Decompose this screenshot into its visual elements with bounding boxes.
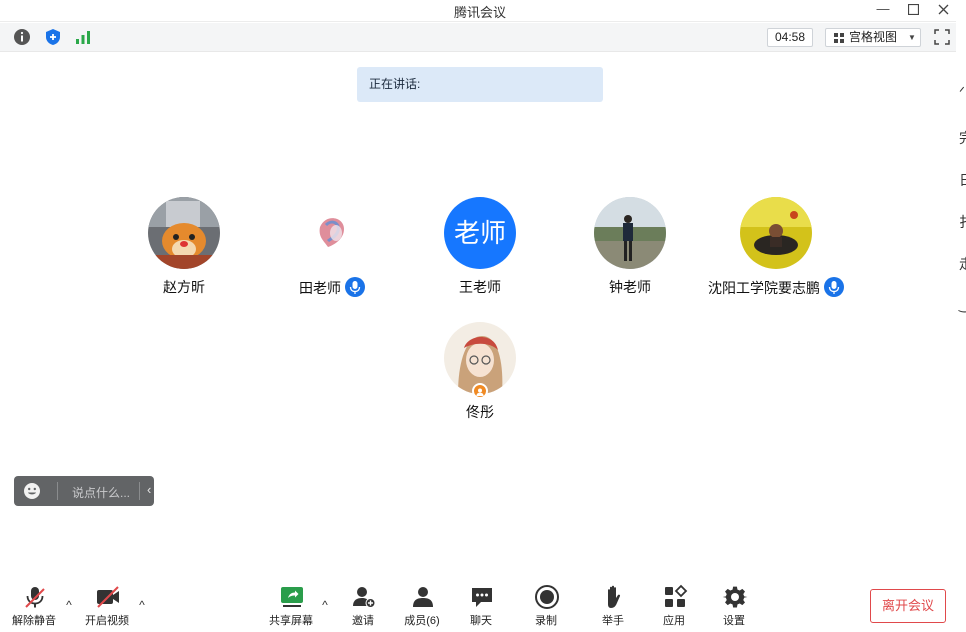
outdoor-portrait-image (594, 197, 666, 269)
divider (57, 482, 58, 500)
chat-bubble-icon (472, 588, 492, 607)
record-icon (535, 585, 559, 609)
speaking-mic-icon (824, 277, 844, 297)
participant-name-row: 沈阳工学院要志鹏 (686, 277, 866, 298)
settings-label: 设置 (723, 615, 745, 627)
share-screen-button[interactable]: 共享屏幕 (261, 584, 321, 628)
start-video-label: 开启视频 (85, 615, 129, 627)
divider (139, 482, 140, 500)
caret-down-icon: ▼ (908, 33, 916, 42)
unmute-label: 解除静音 (12, 615, 56, 627)
meeting-timer: 04:58 (767, 28, 813, 47)
audio-options-caret-icon[interactable]: ^ (63, 598, 75, 612)
partial-glyph: ᐟ (959, 84, 965, 100)
active-speaker-label: 正在讲话: (369, 77, 421, 91)
participant-name: 田老师 (299, 280, 341, 296)
unmute-button[interactable]: 解除静音 (4, 584, 64, 628)
participant-name: 沈阳工学院要志鹏 (708, 280, 820, 296)
invite-button[interactable]: 邀请 (333, 584, 393, 628)
yellow-photo-avatar-image (740, 197, 812, 269)
members-button[interactable]: 成员(6) (392, 584, 452, 628)
video-options-caret-icon[interactable]: ^ (136, 598, 148, 612)
participant-tile[interactable]: 佟彤 (390, 322, 570, 432)
speaking-mic-icon (345, 277, 365, 297)
avatar (594, 197, 666, 269)
share-options-caret-icon[interactable]: ^ (319, 598, 331, 612)
share-screen-icon (281, 587, 303, 607)
record-button[interactable]: 录制 (516, 584, 576, 628)
active-speaker-banner: 正在讲话: (357, 67, 603, 102)
settings-button[interactable]: 设置 (704, 584, 764, 628)
maximize-icon (907, 3, 919, 16)
meeting-toolbar: 04:58 宫格视图 ▼ (0, 23, 960, 52)
tigger-avatar-image (148, 197, 220, 269)
apps-label: 应用 (663, 615, 685, 627)
video-off-icon (97, 586, 119, 608)
avatar (296, 197, 368, 269)
partial-glyph: 扌 (959, 212, 966, 232)
partial-glyph: 走 (959, 254, 966, 274)
start-video-button[interactable]: 开启视频 (77, 584, 137, 628)
fullscreen-icon[interactable] (934, 29, 950, 45)
chat-button[interactable]: 聊天 (451, 584, 511, 628)
abstract-avatar-image (296, 197, 368, 269)
avatar (740, 197, 812, 269)
participant-name: 佟彤 (466, 404, 494, 420)
chat-label: 聊天 (470, 615, 492, 627)
members-label: 成员(6) (404, 615, 440, 627)
grid-view-icon (834, 33, 844, 43)
avatar: 老师 (444, 197, 516, 269)
title-bar: 腾讯会议 — (0, 0, 960, 22)
host-badge-icon (472, 383, 488, 399)
minimize-button[interactable]: — (868, 0, 898, 20)
raise-hand-label: 举手 (602, 615, 624, 627)
participant-tile[interactable]: 沈阳工学院要志鹏 (686, 197, 866, 307)
close-icon (938, 4, 948, 15)
raise-hand-icon (608, 585, 621, 608)
meeting-window: 腾讯会议 — 04:58 宫格视图 ▼ 正在讲话: 赵方昕 田老师 老师 王老师… (0, 0, 960, 632)
invite-label: 邀请 (352, 615, 374, 627)
mic-muted-icon (25, 587, 45, 608)
chat-placeholder[interactable]: 说点什么... (72, 484, 130, 501)
apps-grid-icon (665, 584, 688, 607)
chat-quick-input[interactable]: 说点什么... ‹ (14, 476, 154, 506)
view-mode-label: 宫格视图 (849, 30, 898, 44)
security-shield-icon[interactable] (44, 28, 62, 46)
apps-button[interactable]: 应用 (644, 584, 704, 628)
avatar (148, 197, 220, 269)
gear-icon (722, 586, 748, 608)
view-mode-dropdown[interactable]: 宫格视图 ▼ (825, 28, 921, 47)
signal-strength-icon[interactable] (74, 28, 92, 46)
collapse-chevron-icon[interactable]: ‹ (147, 482, 151, 497)
share-screen-label: 共享屏幕 (269, 615, 313, 627)
close-button[interactable] (928, 0, 958, 20)
info-icon[interactable] (13, 28, 31, 46)
record-label: 录制 (535, 615, 557, 627)
window-title: 腾讯会议 (453, 5, 506, 20)
app-root: 腾讯会议 — 04:58 宫格视图 ▼ 正在讲话: 赵方昕 田老师 老师 王老师… (0, 0, 966, 632)
partial-glyph: ‿ (959, 296, 966, 313)
raise-hand-button[interactable]: 举手 (583, 584, 643, 628)
leave-meeting-button[interactable]: 离开会议 (870, 589, 946, 623)
background-window-edge: ᐟ 完 日 扌 走 ‿ (956, 0, 966, 632)
members-icon (413, 587, 433, 607)
partial-glyph: 日 (959, 170, 966, 190)
maximize-button[interactable] (898, 0, 928, 20)
emoji-icon[interactable] (23, 482, 41, 500)
invite-icon (353, 587, 376, 608)
partial-glyph: 完 (959, 128, 966, 148)
